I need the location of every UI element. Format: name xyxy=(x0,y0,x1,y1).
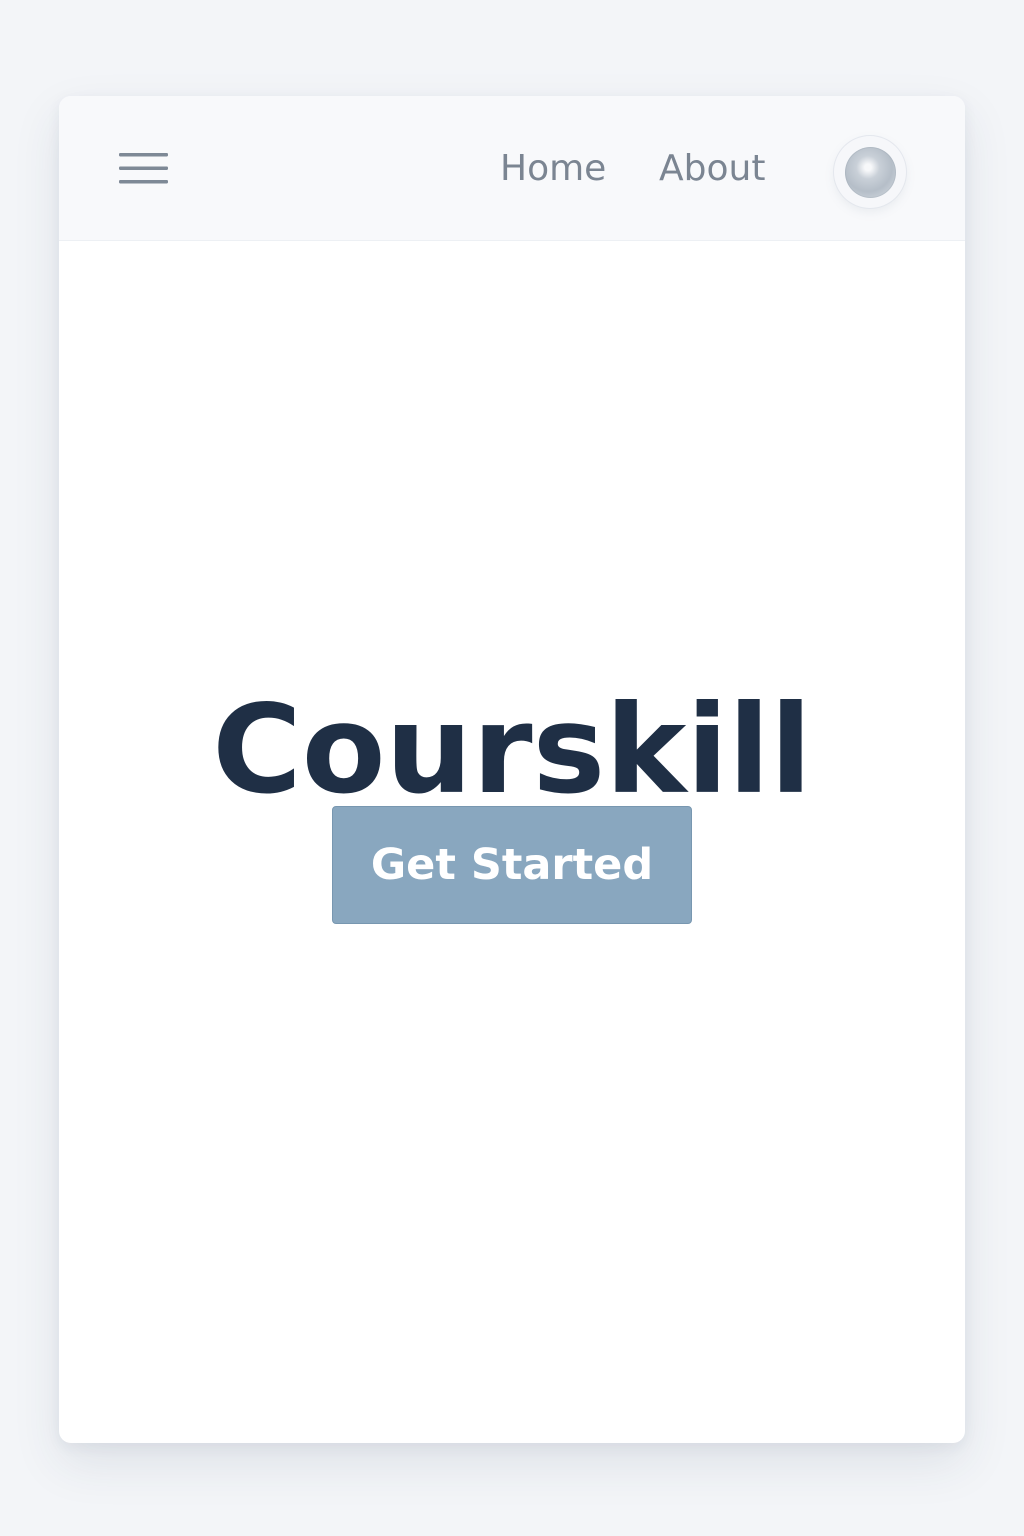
app-window: Home About Courskill Get Started xyxy=(59,96,965,1443)
hero-title: Courskill xyxy=(212,678,812,821)
top-navigation-bar: Home About xyxy=(59,96,965,241)
menu-icon xyxy=(118,152,168,183)
avatar-icon xyxy=(844,146,896,198)
get-started-button[interactable]: Get Started xyxy=(332,806,692,924)
avatar[interactable] xyxy=(834,136,906,208)
nav-link-about[interactable]: About xyxy=(659,144,765,194)
menu-button[interactable] xyxy=(115,147,171,189)
nav-link-home[interactable]: Home xyxy=(500,144,606,194)
